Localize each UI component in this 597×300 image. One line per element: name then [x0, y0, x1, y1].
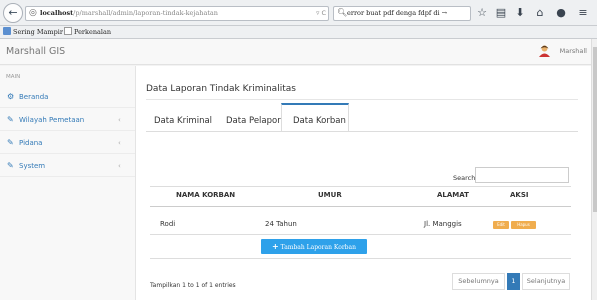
- search-query-text: error buat pdf denga fdpf di →: [347, 9, 448, 17]
- chevron-left-icon: ‹: [118, 116, 121, 124]
- sidebar-item-label: Beranda: [19, 93, 49, 101]
- user-name[interactable]: Marshall: [560, 47, 587, 55]
- dashboard-icon: ⚙: [7, 92, 15, 101]
- sidebar-item-system[interactable]: ✎ System ‹: [0, 155, 135, 177]
- column-header-umur[interactable]: UMUR: [318, 191, 342, 199]
- tab-data-korban[interactable]: Data Korban: [293, 116, 346, 126]
- sidebar-item-pidana[interactable]: ✎ Pidana ‹: [0, 132, 135, 154]
- tab-data-kriminal[interactable]: Data Kriminal: [154, 116, 212, 126]
- scrollbar-thumb[interactable]: [593, 47, 597, 212]
- column-header-alamat[interactable]: ALAMAT: [437, 191, 469, 199]
- browser-navbar: ← ◎ localhost/p/marshall/admin/laporan-t…: [0, 0, 597, 26]
- edit-icon: ✎: [7, 138, 14, 147]
- edit-button[interactable]: Edit: [493, 221, 509, 229]
- download-icon[interactable]: ⬇: [512, 5, 528, 21]
- add-victim-report-button[interactable]: + Tambah Laporan Korban: [261, 239, 367, 254]
- clipboard-icon[interactable]: ▤: [493, 5, 509, 21]
- main-content: Data Laporan Tindak Kriminalitas Data Kr…: [136, 66, 591, 300]
- pagination-page-1[interactable]: 1: [507, 273, 520, 290]
- globe-icon: ◎: [29, 8, 37, 18]
- address-bar[interactable]: ◎ localhost/p/marshall/admin/laporan-tin…: [25, 6, 329, 21]
- sidebar-item-label: Wilayah Pemetaan: [19, 116, 85, 124]
- app: Marshall GIS Marshall MAIN ⚙ Beranda ✎ W…: [0, 39, 597, 300]
- column-header-aksi[interactable]: AKSI: [510, 191, 529, 199]
- sidebar-item-beranda[interactable]: ⚙ Beranda: [0, 86, 135, 108]
- menu-icon[interactable]: ≡: [575, 5, 591, 21]
- sidebar-item-label: Pidana: [19, 139, 43, 147]
- table-top-border: [150, 186, 571, 187]
- tabs-divider: [146, 131, 578, 132]
- table-bottom-border: [150, 258, 571, 259]
- page-title: Data Laporan Tindak Kriminalitas: [146, 84, 296, 94]
- table-search-input[interactable]: [475, 167, 569, 183]
- edit-icon: ✎: [7, 161, 14, 170]
- cell-alamat: Jl. Manggis: [424, 220, 462, 228]
- table-header-border: [150, 206, 571, 207]
- edit-icon: ✎: [7, 115, 14, 124]
- chevron-left-icon: ‹: [118, 162, 121, 170]
- table-row-border: [150, 234, 571, 235]
- brand-title[interactable]: Marshall GIS: [6, 46, 65, 57]
- bookmark-sering-mampir[interactable]: Sering Mampir: [3, 27, 63, 36]
- delete-button[interactable]: Hapus: [511, 221, 536, 229]
- star-icon[interactable]: ☆: [474, 5, 490, 21]
- sidebar-heading: MAIN: [6, 74, 21, 80]
- column-header-nama-korban[interactable]: NAMA KORBAN: [176, 191, 235, 199]
- sidebar: MAIN ⚙ Beranda ✎ Wilayah Pemetaan ‹ ✎ Pi…: [0, 66, 136, 300]
- chevron-left-icon: ‹: [118, 139, 121, 147]
- search-icon: 🔍︎: [337, 8, 348, 17]
- plus-icon: +: [272, 242, 279, 251]
- sidebar-item-wilayah-pemetaan[interactable]: ✎ Wilayah Pemetaan ‹: [0, 109, 135, 131]
- divider: [146, 99, 578, 100]
- page-icon: [64, 27, 72, 35]
- pagination-previous[interactable]: Sebelumnya: [452, 273, 505, 290]
- chat-icon[interactable]: ●: [553, 5, 569, 21]
- search-label: Search:: [453, 174, 478, 182]
- pagination-next[interactable]: Selanjutnya: [522, 273, 570, 290]
- tab-data-pelapor[interactable]: Data Pelapor: [226, 116, 281, 126]
- scrollbar[interactable]: [591, 39, 597, 300]
- browser-search-bar[interactable]: 🔍︎ error buat pdf denga fdpf di →: [333, 6, 471, 21]
- app-topbar: Marshall GIS Marshall: [0, 39, 591, 65]
- bookmark-icon: [3, 27, 11, 35]
- add-button-label: Tambah Laporan Korban: [280, 244, 356, 251]
- back-button[interactable]: ←: [3, 3, 23, 23]
- bookmarks-bar: Sering Mampir Perkenalan: [0, 26, 597, 39]
- bookmark-perkenalan[interactable]: Perkenalan: [64, 27, 111, 36]
- table-info: Tampilkan 1 to 1 of 1 entries: [150, 282, 236, 289]
- arrow-left-icon: ←: [8, 6, 18, 19]
- url-text: localhost/p/marshall/admin/laporan-tinda…: [40, 9, 218, 17]
- cell-umur: 24 Tahun: [265, 220, 297, 228]
- user-avatar-icon[interactable]: [538, 44, 551, 57]
- cell-nama-korban: Rodi: [160, 220, 176, 228]
- sidebar-item-label: System: [19, 162, 46, 170]
- home-icon[interactable]: ⌂: [532, 5, 548, 21]
- reload-icon[interactable]: ▿ C: [316, 9, 326, 17]
